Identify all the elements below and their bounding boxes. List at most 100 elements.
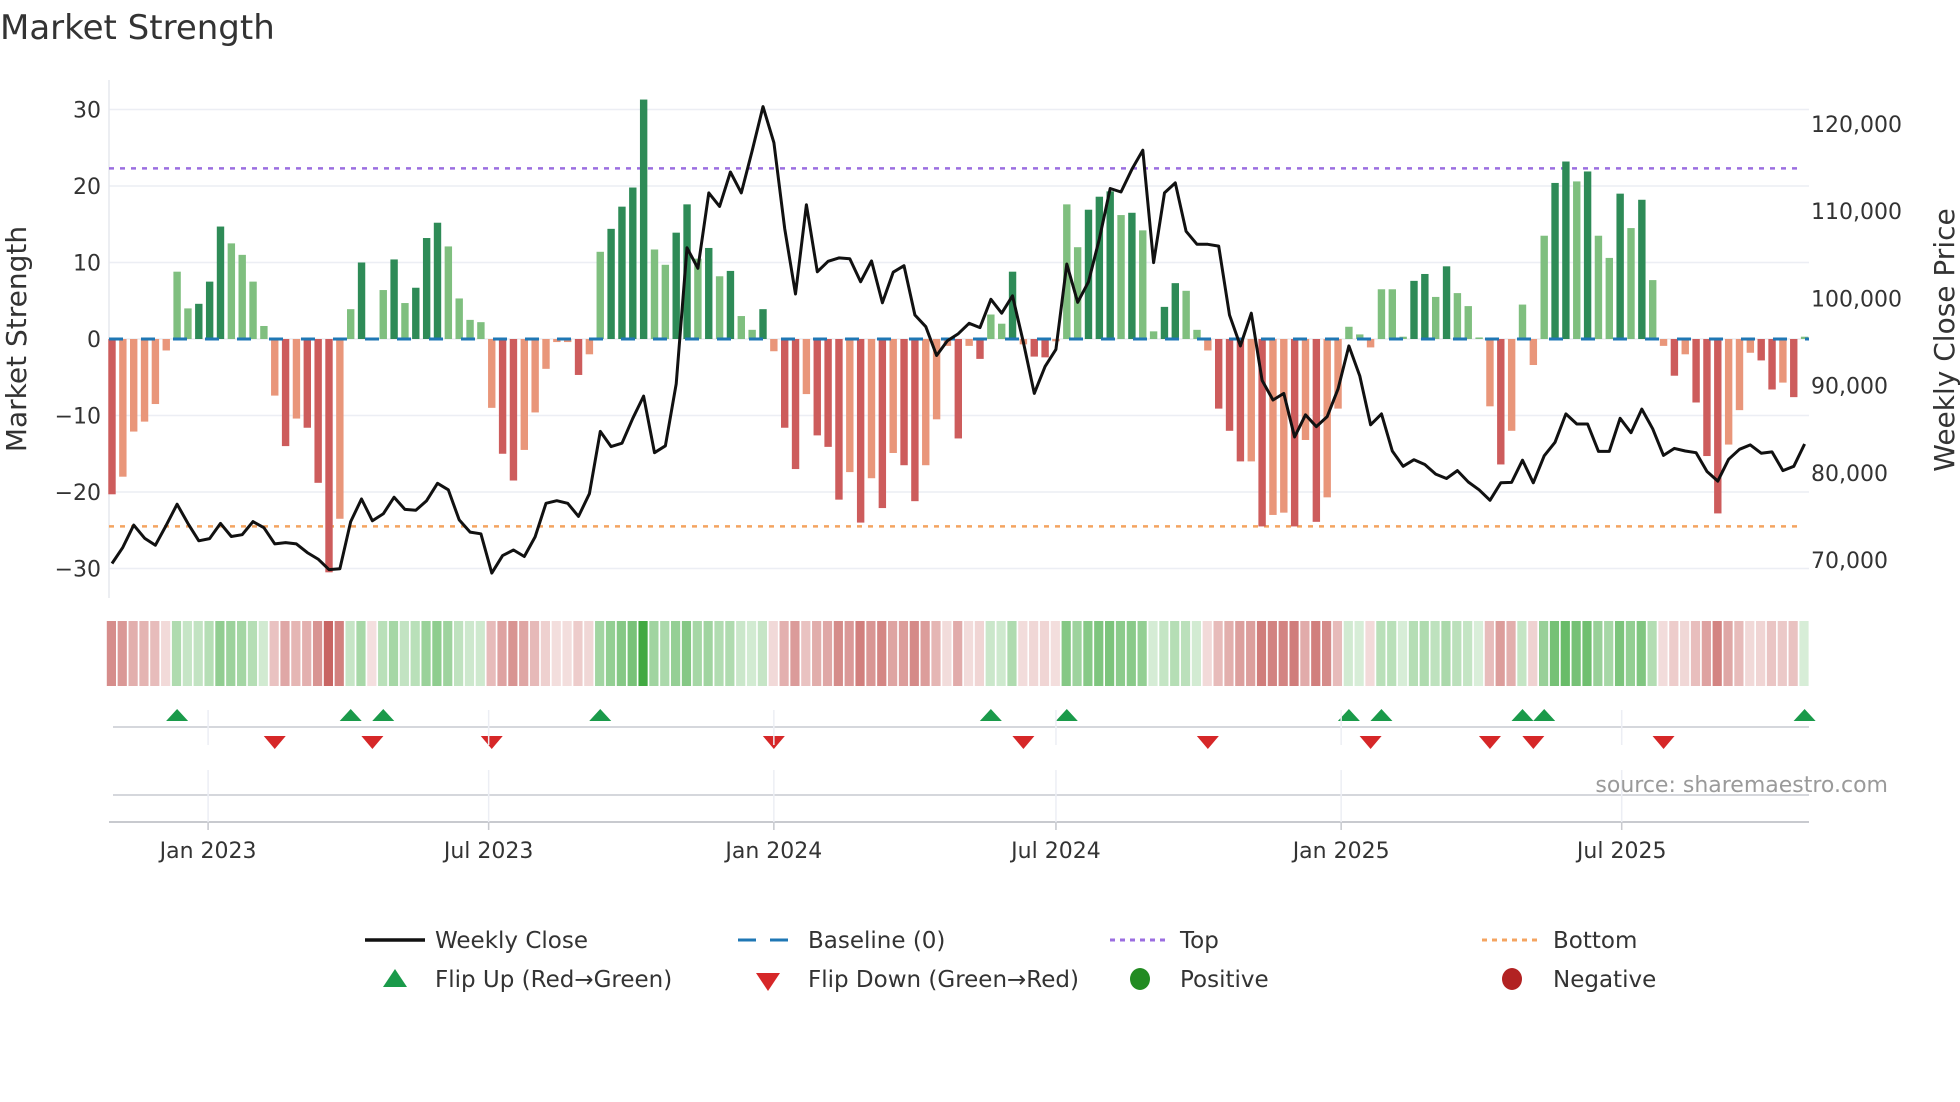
- source-credit: source: sharemaestro.com: [1595, 773, 1888, 798]
- negative-bar: [1215, 339, 1223, 409]
- heat-cell: [888, 621, 898, 686]
- negative-bar: [900, 339, 908, 466]
- positive-bar: [433, 222, 442, 339]
- heat-cell: [1777, 621, 1787, 686]
- heat-cell: [1506, 621, 1516, 686]
- heat-cell: [1766, 621, 1777, 686]
- flip-up-marker: [589, 709, 612, 721]
- legend: Weekly Close Baseline (0) Top Bottom Flip Up…: [365, 928, 1656, 993]
- heat-cell: [703, 621, 713, 686]
- positive-bar: [694, 258, 702, 339]
- flip-down-marker: [263, 736, 286, 749]
- heat-cell: [1788, 621, 1798, 686]
- heat-cell: [1289, 621, 1299, 686]
- heat-cell: [1452, 621, 1462, 686]
- flip-down-marker: [1478, 736, 1501, 749]
- strength-heat-strip: [106, 621, 1809, 686]
- triangle-down-icon: [756, 973, 780, 991]
- negative-bar: [1757, 339, 1765, 361]
- heat-cell: [1430, 621, 1440, 686]
- heat-cell: [302, 621, 312, 686]
- y2-tick-label: 100,000: [1811, 287, 1902, 312]
- y-tick-label: −10: [55, 405, 101, 430]
- negative-bar: [531, 339, 539, 413]
- x-tick-label: Jan 2025: [1291, 839, 1390, 864]
- heat-cell: [1246, 621, 1256, 686]
- heat-cell: [1170, 621, 1180, 686]
- flip-up-marker: [1793, 709, 1816, 721]
- positive-bar: [705, 247, 713, 339]
- heat-cell: [106, 621, 116, 686]
- positive-bar: [618, 206, 626, 339]
- positive-bar: [737, 316, 745, 339]
- heat-cell: [584, 621, 594, 686]
- positive-bar: [726, 270, 735, 339]
- heat-cell: [139, 621, 149, 686]
- heat-cell: [1029, 621, 1039, 686]
- heat-cell: [1658, 621, 1668, 686]
- positive-bar: [1160, 306, 1169, 339]
- heat-cell: [497, 621, 507, 686]
- heat-cell: [974, 621, 984, 686]
- heat-cell: [801, 621, 811, 686]
- flip-up-marker: [1370, 709, 1393, 721]
- positive-bar: [661, 264, 670, 339]
- positive-bar: [1171, 283, 1179, 339]
- legend-item: Flip Down (Green→Red): [756, 967, 1079, 993]
- heat-cell: [226, 621, 236, 686]
- x-tick-label: Jul 2025: [1575, 839, 1667, 864]
- positive-bar: [184, 308, 192, 339]
- positive-bar: [1095, 196, 1104, 339]
- heat-cell: [1365, 621, 1375, 686]
- negative-bar: [130, 339, 138, 432]
- negative-bar: [1269, 339, 1277, 515]
- heat-cell: [432, 621, 442, 686]
- positive-bar: [390, 259, 398, 339]
- heat-cell: [1734, 621, 1744, 686]
- heat-cell: [1582, 621, 1592, 686]
- legend-label: Weekly Close: [435, 928, 588, 954]
- heat-cell: [953, 621, 963, 686]
- heat-cell: [812, 621, 822, 686]
- negative-bar: [1236, 339, 1245, 462]
- y2-tick-label: 120,000: [1811, 113, 1902, 138]
- flip-up-marker: [1511, 709, 1534, 721]
- heat-cell: [464, 621, 475, 686]
- negative-bar: [824, 339, 832, 447]
- negative-bar: [336, 339, 344, 519]
- negative-bar: [325, 339, 333, 573]
- heat-cell: [1094, 621, 1104, 686]
- negative-bar: [1681, 339, 1689, 355]
- heat-cell: [551, 621, 561, 686]
- heat-cell: [1376, 621, 1386, 686]
- heat-cell: [475, 621, 485, 686]
- heat-cell: [291, 621, 301, 686]
- heat-cell: [616, 621, 626, 686]
- negative-bar: [292, 339, 301, 419]
- heat-cell: [1604, 621, 1614, 686]
- flip-up-marker: [166, 709, 189, 721]
- negative-bar: [1280, 339, 1288, 513]
- positive-bar: [1594, 235, 1603, 339]
- reference-lines: [109, 167, 1800, 528]
- heat-cell: [312, 621, 323, 686]
- negative-bar: [1030, 339, 1038, 357]
- heat-cell: [529, 621, 540, 686]
- y2-tick-label: 110,000: [1811, 200, 1902, 225]
- heat-cell: [193, 621, 203, 686]
- y-tick-label: −30: [55, 558, 101, 583]
- heat-cell: [1126, 621, 1136, 686]
- heat-cell: [1311, 621, 1321, 686]
- heat-cell: [356, 621, 366, 686]
- positive-bar: [596, 251, 604, 339]
- positive-bar: [1551, 182, 1559, 339]
- negative-bar: [856, 339, 865, 523]
- heat-cell: [1625, 621, 1635, 686]
- heat-cell: [161, 621, 171, 686]
- left-axis-ticks: 30 20 10 0 −10 −20 −30: [55, 99, 101, 583]
- negative-bar: [520, 339, 528, 450]
- positive-bar: [629, 187, 637, 339]
- positive-bar: [1573, 181, 1581, 339]
- heat-cell: [1701, 621, 1711, 686]
- heat-cell: [1680, 621, 1690, 686]
